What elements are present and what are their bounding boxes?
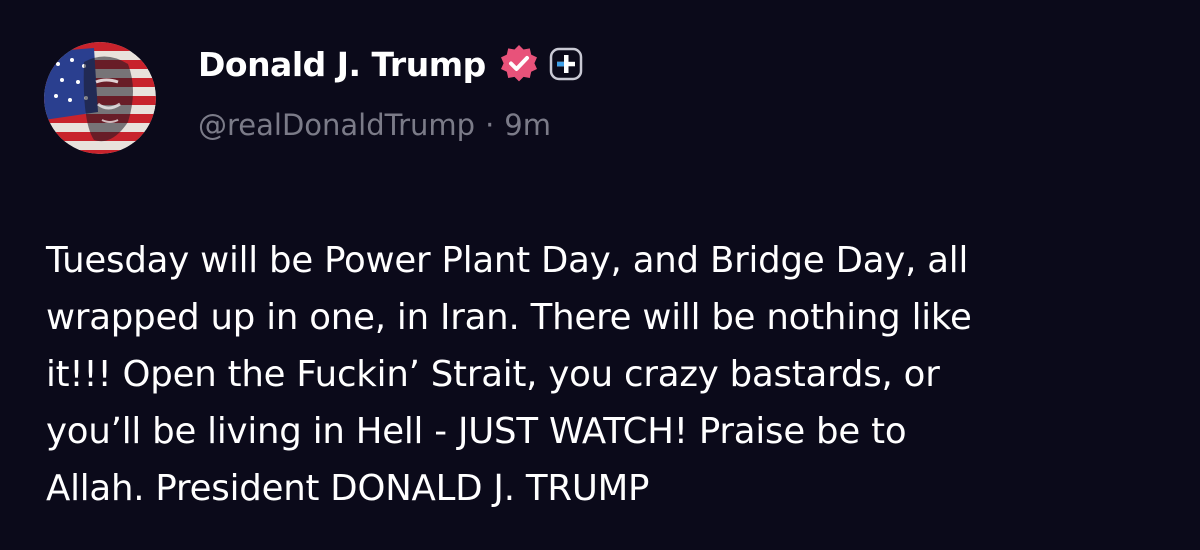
avatar-image [44, 42, 156, 154]
plus-badge-icon[interactable] [548, 46, 584, 82]
verified-badge-icon [498, 43, 540, 85]
author-name-row: Donald J. Trump [198, 40, 584, 88]
post-body-text: Tuesday will be Power Plant Day, and Bri… [46, 240, 972, 509]
author-handle[interactable]: @realDonaldTrump [198, 108, 475, 142]
post-card: Donald J. Trump @realDonaldTrump · 9m Tu… [0, 0, 1200, 550]
meta-separator: · [485, 108, 495, 142]
avatar[interactable] [44, 42, 156, 154]
post-timestamp[interactable]: 9m [504, 108, 551, 142]
author-meta-row: @realDonaldTrump · 9m [198, 108, 551, 142]
display-name[interactable]: Donald J. Trump [198, 45, 486, 84]
